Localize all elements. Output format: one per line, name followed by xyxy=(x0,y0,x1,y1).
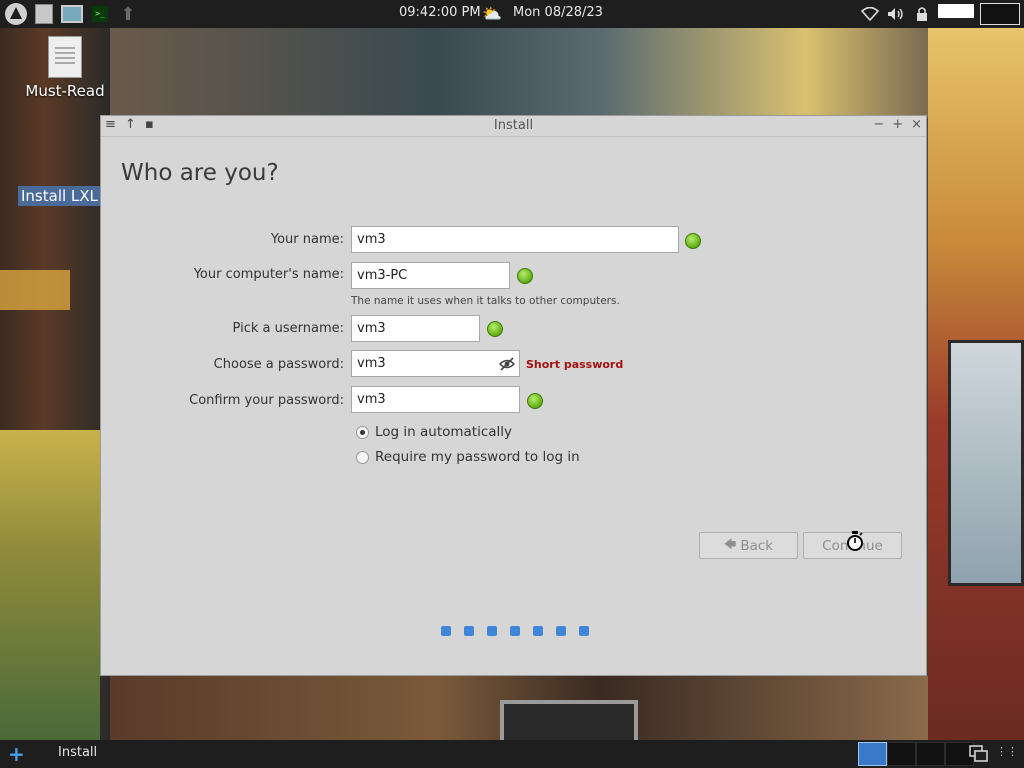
desktop-icon-label: Must-Read xyxy=(25,82,105,100)
desktop-switcher xyxy=(858,742,974,766)
volume-icon[interactable] xyxy=(886,4,906,24)
computer-name-label: Your computer's name: xyxy=(193,267,344,282)
upload-arrow-icon[interactable]: ⬆ xyxy=(116,2,140,26)
name-label: Your name: xyxy=(270,232,344,247)
date[interactable]: Mon 08/28/23 xyxy=(513,5,603,20)
progress-dot xyxy=(556,626,566,636)
maximize-icon[interactable]: + xyxy=(892,117,903,132)
require-password-radio[interactable] xyxy=(356,450,369,464)
back-button[interactable]: 🡄 Back xyxy=(699,532,798,559)
window-title: Install xyxy=(493,118,534,133)
show-password-icon[interactable] xyxy=(498,356,516,372)
confirm-password-input[interactable] xyxy=(351,386,520,413)
desktop-icon-install[interactable]: Install LXL xyxy=(18,186,103,206)
monitor-icon[interactable] xyxy=(60,2,84,26)
progress-dot xyxy=(487,626,497,636)
window-titlebar[interactable]: ≡ ↑ ▪ Install − + × xyxy=(101,116,926,137)
confirm-password-ok-icon xyxy=(527,393,543,409)
username-input[interactable] xyxy=(351,315,480,342)
desktop-2-button[interactable] xyxy=(887,742,916,766)
weather-icon[interactable]: ⛅ xyxy=(482,4,502,23)
close-icon[interactable]: × xyxy=(911,117,922,132)
progress-dot xyxy=(579,626,589,636)
login-automatically-label: Log in automatically xyxy=(375,424,513,440)
terminal-icon[interactable]: >_ xyxy=(88,2,112,26)
back-button-label: Back xyxy=(740,537,774,554)
desktop-3-button[interactable] xyxy=(916,742,945,766)
name-ok-icon xyxy=(685,233,701,249)
lock-icon[interactable] xyxy=(912,4,932,24)
minimize-icon[interactable]: − xyxy=(873,117,884,132)
login-automatically-option[interactable]: Log in automatically xyxy=(356,424,512,440)
busy-cursor-icon xyxy=(846,530,864,552)
cpu-graph-icon[interactable] xyxy=(980,3,1020,25)
system-tray xyxy=(860,0,1024,28)
username-label: Pick a username: xyxy=(232,321,344,336)
computer-name-hint: The name it uses when it talks to other … xyxy=(351,295,620,307)
confirm-password-label: Confirm your password: xyxy=(189,393,344,408)
desktop-1-button[interactable] xyxy=(858,742,887,766)
password-field xyxy=(351,350,520,377)
name-input[interactable] xyxy=(351,226,679,253)
progress-dot xyxy=(533,626,543,636)
password-strength-warning: Short password xyxy=(526,358,624,371)
computer-name-input[interactable] xyxy=(351,262,510,289)
computer-name-ok-icon xyxy=(517,268,533,284)
bottom-panel: + Install ⋮⋮ xyxy=(0,740,1024,768)
password-input[interactable] xyxy=(352,351,492,376)
page-title: Who are you? xyxy=(121,160,279,186)
taskbar-item-install[interactable]: Install xyxy=(58,745,97,760)
file-manager-icon[interactable] xyxy=(32,2,56,26)
lxqt-menu-icon[interactable] xyxy=(4,2,28,26)
network-graph-icon[interactable] xyxy=(938,4,974,24)
desktop-icon-must-read[interactable]: Must-Read xyxy=(22,36,108,100)
show-desktop-icon[interactable] xyxy=(969,745,989,763)
progress-dot xyxy=(441,626,451,636)
login-automatically-radio[interactable] xyxy=(356,425,369,439)
username-ok-icon xyxy=(487,321,503,337)
wifi-icon[interactable] xyxy=(860,4,880,24)
require-password-option[interactable]: Require my password to log in xyxy=(356,449,580,465)
clock[interactable]: 09:42:00 PM xyxy=(399,5,481,20)
password-label: Choose a password: xyxy=(213,357,344,372)
top-panel: >_ ⬆ 09:42:00 PM ⛅ Mon 08/28/23 xyxy=(0,0,1024,28)
progress-dot xyxy=(464,626,474,636)
document-icon xyxy=(48,36,82,78)
application-menu-icon[interactable]: + xyxy=(8,744,26,764)
back-arrow-icon: 🡄 xyxy=(723,537,737,551)
step-progress xyxy=(441,626,589,636)
require-password-label: Require my password to log in xyxy=(375,449,580,465)
installer-window: ≡ ↑ ▪ Install − + × Who are you? Your na… xyxy=(100,115,927,676)
panel-grip-icon[interactable]: ⋮⋮ xyxy=(996,745,1018,763)
progress-dot xyxy=(510,626,520,636)
